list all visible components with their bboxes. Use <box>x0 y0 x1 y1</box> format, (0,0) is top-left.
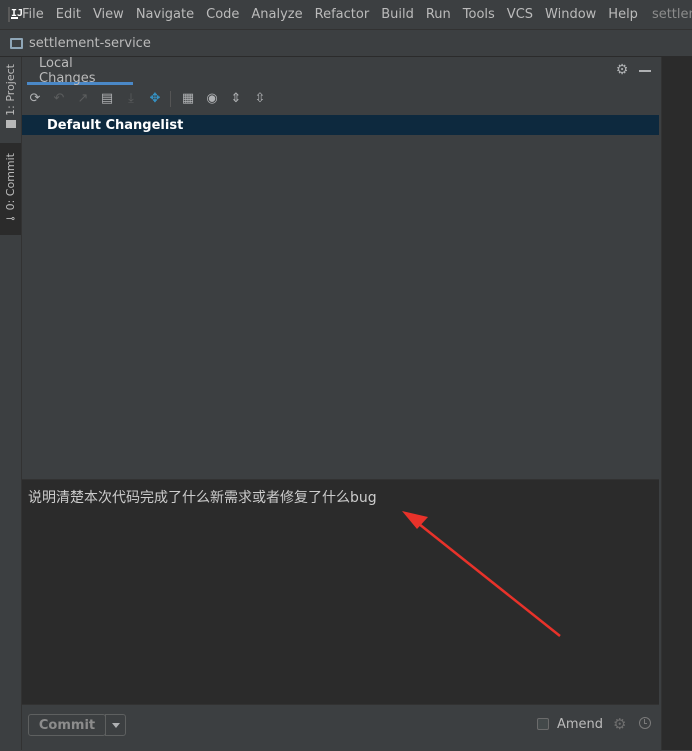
collapse-all-icon[interactable]: ⇳ <box>252 91 268 107</box>
intellij-logo-icon: IJ <box>8 7 23 22</box>
diff-icon[interactable]: ✥ <box>147 91 163 107</box>
history-clock-icon[interactable] <box>639 717 651 729</box>
amend-label[interactable]: Amend <box>557 717 603 732</box>
tool-tab-project-label: 1: Project <box>4 64 17 116</box>
menu-view[interactable]: View <box>87 7 130 22</box>
toolbar-separator <box>170 91 171 107</box>
tool-tab-project[interactable]: 1: Project <box>0 61 21 131</box>
menu-help[interactable]: Help <box>602 7 644 22</box>
shelve-icon[interactable]: ▤ <box>99 91 115 107</box>
menu-edit[interactable]: Edit <box>50 7 87 22</box>
navigation-bar: settlement-service <box>0 30 692 57</box>
chevron-down-icon <box>111 722 120 728</box>
commit-button[interactable]: Commit <box>28 714 106 736</box>
minimize-icon[interactable] <box>639 70 651 72</box>
annotation-arrow <box>402 511 561 637</box>
commit-options-dropdown[interactable] <box>105 714 126 736</box>
menu-run[interactable]: Run <box>420 7 457 22</box>
group-by-icon[interactable]: ▦ <box>180 91 196 107</box>
window-title: settlement <box>651 7 692 22</box>
tab-local-changes-label: Local Changes <box>39 55 96 86</box>
commit-button-label: Commit <box>38 717 96 733</box>
project-folder-icon <box>10 37 23 49</box>
annotation-arrow-line <box>413 519 561 637</box>
refresh-icon[interactable]: ⟳ <box>27 91 43 107</box>
menu-vcs[interactable]: VCS <box>501 7 539 22</box>
changes-toolbar: ⟳ ↶ ↗ ▤ ⤓ ✥ ▦ ◉ ⇕ ⇳ <box>22 85 659 113</box>
amend-checkbox[interactable] <box>537 718 549 730</box>
changelist-label: Default Changelist <box>47 117 184 133</box>
expand-all-icon[interactable]: ⇕ <box>228 91 244 107</box>
changelist-row[interactable]: Default Changelist <box>22 115 659 135</box>
menu-build[interactable]: Build <box>375 7 420 22</box>
commit-panel: Local Changes ⚙ ⟳ ↶ ↗ ▤ ⤓ ✥ ▦ ◉ ⇕ ⇳ Defa… <box>22 55 659 751</box>
menu-code[interactable]: Code <box>200 7 245 22</box>
breadcrumb-project[interactable]: settlement-service <box>29 36 151 51</box>
editor-area <box>661 57 692 750</box>
rollback-icon[interactable]: ↶ <box>51 91 67 107</box>
menu-navigate[interactable]: Navigate <box>130 7 200 22</box>
commit-icon: ⊸ <box>5 212 16 226</box>
left-tool-strip: 1: Project 0: Commit ⊸ <box>0 57 22 750</box>
menu-bar: IJ File Edit View Navigate Code Analyze … <box>0 0 692 30</box>
eye-icon[interactable]: ◉ <box>204 91 220 107</box>
download-icon[interactable]: ⤓ <box>123 91 139 107</box>
commit-bottom-bar: Commit Amend ⚙ <box>22 704 659 751</box>
menu-tools[interactable]: Tools <box>457 7 501 22</box>
update-icon[interactable]: ↗ <box>75 91 91 107</box>
tab-local-changes[interactable]: Local Changes <box>27 55 133 86</box>
panel-header: Local Changes ⚙ <box>22 55 659 86</box>
annotation-arrow-head <box>402 511 428 529</box>
gear-icon[interactable]: ⚙ <box>615 63 629 77</box>
menu-refactor[interactable]: Refactor <box>309 7 376 22</box>
menu-window[interactable]: Window <box>539 7 602 22</box>
tool-tab-commit-label: 0: Commit <box>4 152 17 211</box>
changes-tree[interactable]: Default Changelist <box>22 113 659 479</box>
folder-icon <box>5 119 16 128</box>
commit-message-editor[interactable]: 说明清楚本次代码完成了什么新需求或者修复了什么bug <box>22 479 659 705</box>
gear-icon[interactable]: ⚙ <box>613 715 626 733</box>
menu-analyze[interactable]: Analyze <box>245 7 308 22</box>
tool-tab-commit[interactable]: 0: Commit ⊸ <box>0 143 21 235</box>
